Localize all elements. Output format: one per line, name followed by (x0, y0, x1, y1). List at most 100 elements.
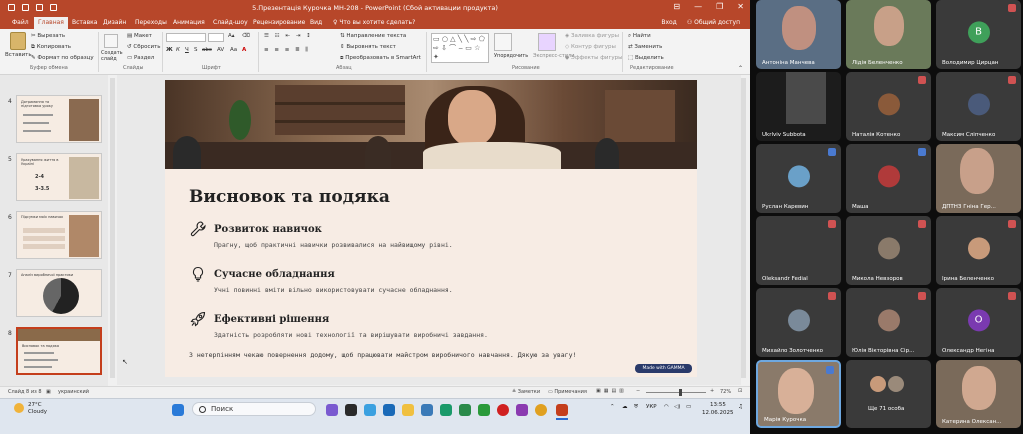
align-buttons[interactable]: ≡ ≡ ≡ ≣ ⫼ (264, 47, 310, 54)
made-with-gamma-badge[interactable]: Made with GAMMA (635, 364, 692, 373)
participant-tile[interactable]: Михайло Золотченко (756, 288, 841, 357)
participant-tile[interactable]: Ukrlviv Subbota (756, 72, 841, 141)
participant-tile[interactable]: Лідія Беленченко (846, 0, 931, 69)
new-slide-button[interactable]: Создать слайд (101, 50, 125, 62)
tab-file[interactable]: Файл (12, 19, 29, 26)
shapes-gallery[interactable]: ▭ ○ △ ╲ ╲ ⇨ ⬠⇨ ⇩ ⌒ ⌢ ▭ ☆ ✦{ } ☆ ⬡ ⎔ ⬚ ◇ (431, 33, 489, 63)
edge-icon[interactable] (440, 404, 452, 416)
tab-review[interactable]: Рецензирование (253, 19, 305, 26)
slide[interactable]: Висновок та подяка Розвиток навичок Праг… (165, 80, 697, 377)
list-buttons[interactable]: ☰ ☷ ⇤ ⇥ ↕ (264, 33, 313, 39)
viber-icon[interactable] (516, 404, 528, 416)
participant-tile[interactable]: Маша (846, 144, 931, 213)
slide-scrollbar[interactable] (741, 78, 746, 378)
grow-font-icon[interactable]: A▴ (228, 33, 235, 39)
strikethrough-button[interactable]: abc (202, 47, 212, 53)
participant-tile[interactable]: Ірина Беленченко (936, 216, 1021, 285)
copy-button[interactable]: ⧉ Копировать (31, 44, 71, 51)
notification-bell-icon[interactable]: ♫ (738, 404, 743, 410)
participant-tile[interactable]: Наталія Котенко (846, 72, 931, 141)
fit-slide-icon[interactable]: ⊡ (738, 388, 742, 394)
select-button[interactable]: ⬚ Выделить (628, 55, 664, 61)
participant-tile[interactable]: Руслан Каревин (756, 144, 841, 213)
participant-tile[interactable]: В Володимир Цирцан (936, 0, 1021, 69)
tray-overflow-icon[interactable]: ⌃ (610, 404, 615, 410)
participant-tile[interactable]: Юлія Вікторівна Сір... (846, 288, 931, 357)
store-bag-icon[interactable] (421, 404, 433, 416)
zoom-level[interactable]: 72% (720, 389, 731, 395)
spacing-button[interactable]: AV (217, 47, 224, 53)
underline-button[interactable]: Ч (185, 47, 189, 53)
slide-thumbnail[interactable]: Підсумки моїх навичок (16, 211, 102, 259)
font-size-input[interactable] (208, 33, 224, 42)
zoom-slider-thumb[interactable] (679, 389, 682, 396)
participant-tile-more[interactable]: Ще 71 особа (846, 360, 931, 428)
replace-button[interactable]: ⇄ Заменить (628, 44, 662, 50)
slide-thumbnail-selected[interactable]: Висновок та подяка (16, 327, 102, 375)
minimize-button[interactable]: — (694, 2, 702, 11)
tab-transitions[interactable]: Переходы (135, 19, 167, 26)
participant-tile[interactable]: ДПТНЗ Гніна Гер... (936, 144, 1021, 213)
weather-widget[interactable]: 27°C Cloudy (14, 402, 47, 416)
thumbnail-scrollbar[interactable] (110, 78, 115, 378)
layout-button[interactable]: ▤ Макет (127, 33, 152, 39)
view-buttons[interactable]: ▣▦▤▥ (596, 388, 627, 394)
notes-button[interactable]: ≜ Заметки (512, 389, 540, 395)
shadow-button[interactable]: S (194, 47, 198, 53)
smartart-button[interactable]: ⧈ Преобразовать в SmartArt (340, 55, 421, 62)
shape-fill-button[interactable]: ◈ Заливка фигуры (565, 33, 619, 39)
new-slide-icon[interactable] (104, 34, 118, 48)
wifi-icon[interactable]: ◠ (664, 404, 669, 410)
task-view-icon[interactable] (345, 404, 357, 416)
participant-tile-active-speaker[interactable]: Марія Курочка (756, 360, 841, 428)
quick-styles-icon[interactable] (538, 33, 556, 51)
text-direction-button[interactable]: ⇅ Направление текста (340, 33, 406, 39)
paste-button[interactable]: Вставить (5, 52, 32, 58)
slide-thumbnail[interactable]: Урахування життя в Україні 2-4 3-3.5 (16, 153, 102, 201)
participant-tile[interactable]: Катерина Олексан... (936, 360, 1021, 428)
file-explorer-icon[interactable] (402, 404, 414, 416)
tab-slideshow[interactable]: Слайд-шоу (213, 19, 248, 26)
zoom-in-button[interactable]: + (710, 388, 714, 394)
opera-icon[interactable] (497, 404, 509, 416)
zoom-slider[interactable] (646, 392, 706, 393)
app-icon-green[interactable] (459, 404, 471, 416)
maximize-button[interactable]: ❐ (716, 2, 723, 11)
zoom-out-button[interactable]: − (636, 388, 640, 394)
participant-tile[interactable]: Антоніна Манчева (756, 0, 841, 69)
taskbar-search[interactable]: Поиск (192, 402, 316, 416)
shape-effects-button[interactable]: ◆ Эффекты фигуры (565, 55, 623, 61)
tab-animation[interactable]: Анимация (173, 19, 205, 26)
shape-outline-button[interactable]: ◇ Контур фигуры (565, 44, 616, 50)
tab-view[interactable]: Вид (310, 19, 322, 26)
cloud-icon[interactable]: ☁ (622, 404, 628, 410)
reset-button[interactable]: ↺ Сбросить (127, 44, 161, 50)
comments-button[interactable]: ▭ Примечания (548, 389, 587, 395)
chrome-icon[interactable] (535, 404, 547, 416)
font-color-button[interactable]: A (242, 47, 246, 53)
align-text-button[interactable]: ⇕ Выровнять текст (340, 44, 396, 50)
bold-button[interactable]: Ж (166, 47, 173, 53)
participant-tile[interactable]: О Олександр Негіна (936, 288, 1021, 357)
copilot-icon[interactable] (364, 404, 376, 416)
battery-icon[interactable]: ▭ (686, 404, 691, 410)
app-icon-excel[interactable] (478, 404, 490, 416)
language-indicator[interactable]: УКР (646, 404, 657, 410)
shield-icon[interactable]: ⛨ (634, 404, 638, 411)
font-name-input[interactable] (166, 33, 206, 42)
find-button[interactable]: ⌕ Найти (628, 33, 651, 40)
participant-tile[interactable]: Максим Сліпченко (936, 72, 1021, 141)
paste-icon[interactable] (10, 32, 26, 50)
close-button[interactable]: ✕ (737, 2, 744, 11)
start-button[interactable] (172, 404, 184, 416)
signin-link[interactable]: Вход (661, 19, 677, 26)
format-painter-button[interactable]: ✎ Формат по образцу (31, 55, 94, 61)
ribbon-display-button[interactable]: ⊟ (673, 2, 680, 11)
collapse-ribbon-icon[interactable]: ⌃ (738, 65, 743, 72)
arrange-icon[interactable] (494, 33, 512, 51)
participant-tile[interactable]: Oleksandr Fedial (756, 216, 841, 285)
clock-time[interactable]: 13:55 (710, 402, 726, 408)
tab-home[interactable]: Главная (34, 17, 68, 29)
tell-me-search[interactable]: ♀ Что вы хотите сделать? (333, 19, 415, 26)
language-indicator[interactable]: украинский (58, 389, 89, 395)
